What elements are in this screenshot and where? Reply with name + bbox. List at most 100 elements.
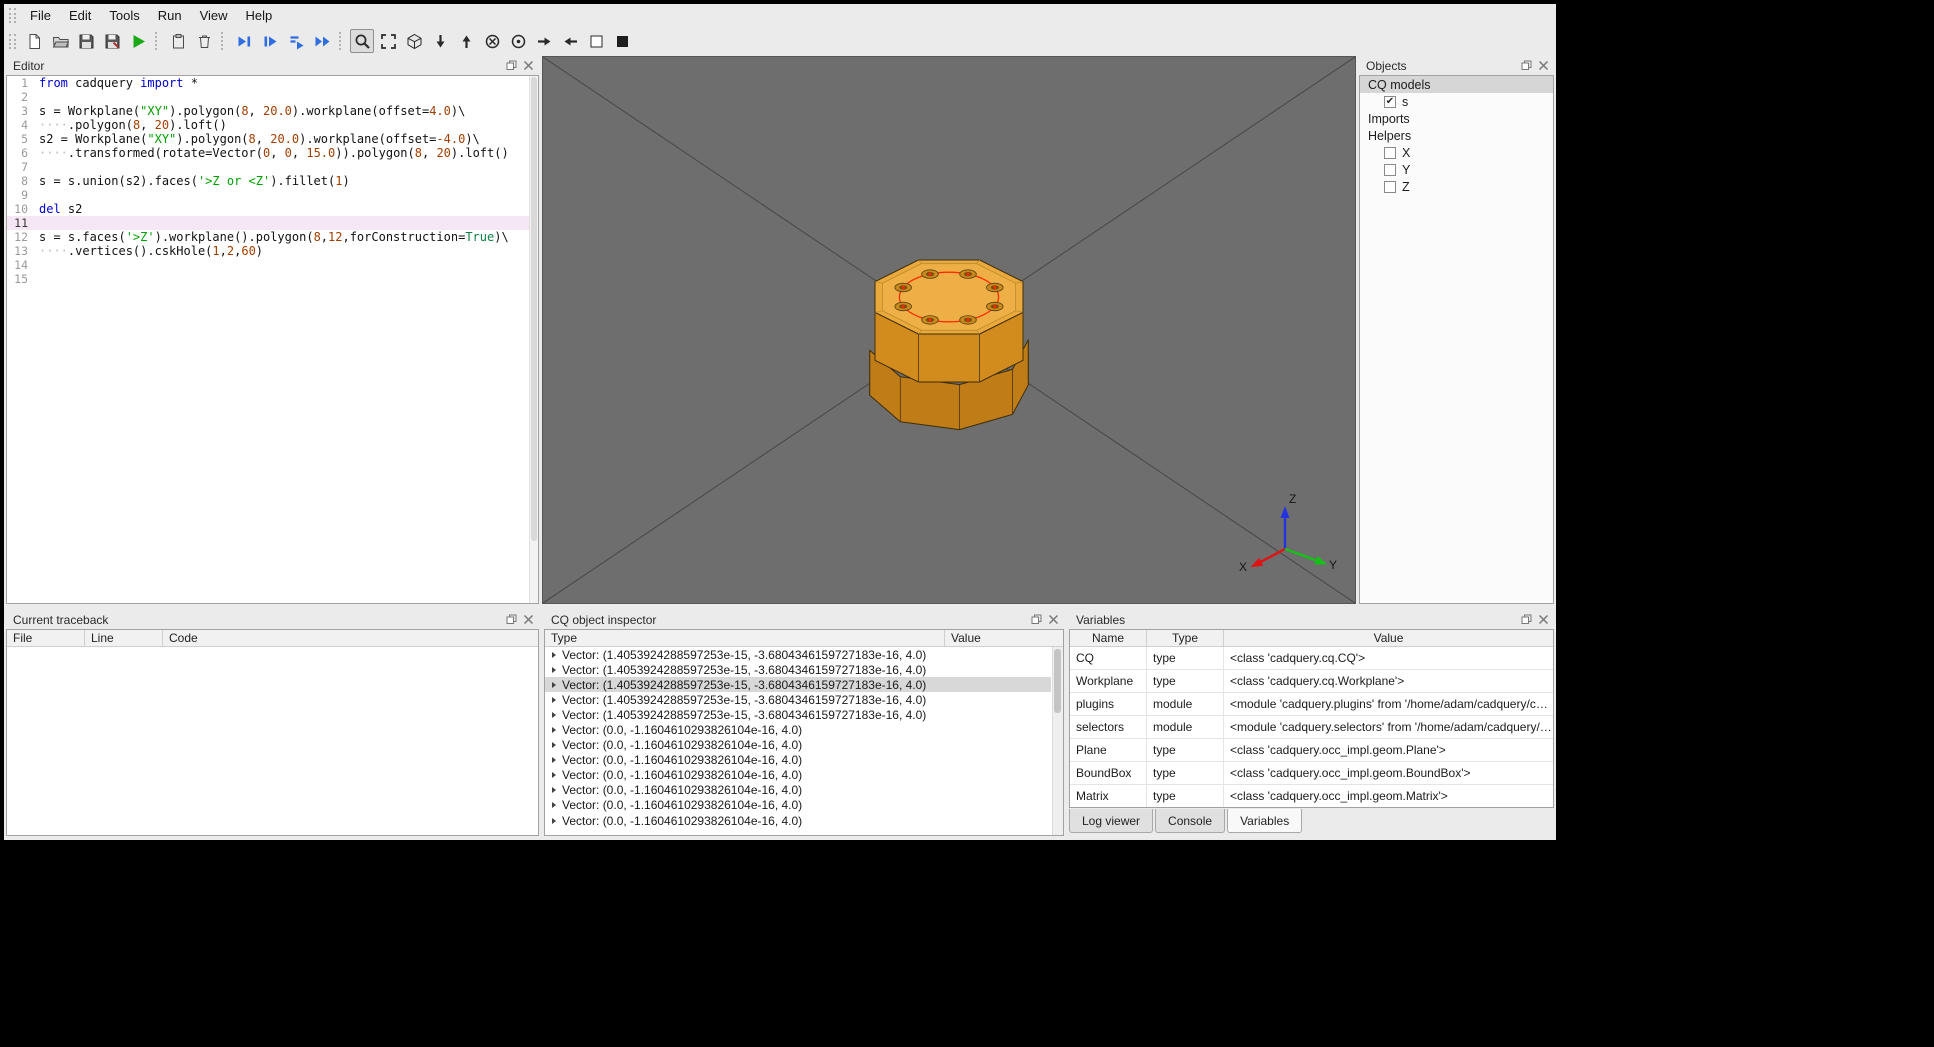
line-number[interactable]: 4 [7, 118, 35, 132]
inspector-row[interactable]: Vector: (0.0, -1.1604610293826104e-16, 4… [545, 768, 1051, 783]
view-down-button[interactable] [428, 29, 452, 53]
code-line[interactable]: 15 [7, 272, 538, 286]
code-line[interactable]: 13 ····.vertices().cskHole(1,2,60) [7, 244, 538, 258]
view-out-button[interactable] [506, 29, 530, 53]
line-number[interactable]: 7 [7, 160, 35, 174]
tree-item-y[interactable]: Y [1360, 161, 1553, 178]
variable-row[interactable]: BoundBox type <class 'cadquery.occ_impl.ge… [1070, 762, 1553, 785]
open-file-button[interactable] [48, 29, 72, 53]
tree-item-helpers[interactable]: Helpers [1360, 127, 1553, 144]
variable-row[interactable]: plugins module <module 'cadquery.plugins' … [1070, 693, 1553, 716]
close-panel-icon[interactable] [521, 59, 535, 73]
expand-arrow-icon[interactable] [552, 681, 556, 688]
debug-step-button[interactable] [258, 29, 282, 53]
editor-code-area[interactable]: 1 from cadquery import * 2 3 s = Workplane("… [6, 75, 539, 604]
close-panel-icon[interactable] [1536, 59, 1550, 73]
code-line[interactable]: 3s = Workplane("XY").polygon(8, 20.0).wo… [7, 104, 538, 118]
viewport-canvas[interactable]: Z X Y [543, 57, 1355, 603]
delete-button[interactable] [192, 29, 216, 53]
inspector-row[interactable]: Vector: (1.4053924288597253e-15, -3.6804… [545, 662, 1051, 677]
variable-row[interactable]: selectors module <module 'cadquery.selecto… [1070, 716, 1553, 739]
viewport-3d[interactable]: Z X Y [542, 56, 1356, 604]
code-line[interactable]: 7 [7, 160, 538, 174]
scrollbar-thumb[interactable] [531, 77, 537, 541]
view-left-button[interactable] [558, 29, 582, 53]
inspector-row[interactable]: Vector: (0.0, -1.1604610293826104e-16, 4… [545, 798, 1051, 813]
save-as-button[interactable] [100, 29, 124, 53]
inspector-row[interactable]: Vector: (1.4053924288597253e-15, -3.6804… [545, 707, 1051, 722]
menu-file[interactable]: File [21, 6, 60, 25]
line-number[interactable]: 13 [7, 244, 35, 258]
checkbox-checked-icon[interactable]: ✔ [1384, 95, 1396, 108]
expand-arrow-icon[interactable] [552, 802, 556, 809]
checkbox-unchecked-icon[interactable] [1384, 180, 1396, 193]
code-line[interactable]: 11 [7, 216, 538, 230]
new-file-button[interactable] [22, 29, 46, 53]
menubar-handle[interactable] [9, 7, 16, 23]
menu-run[interactable]: Run [149, 6, 191, 25]
inspector-row[interactable]: Vector: (1.4053924288597253e-15, -3.6804… [545, 647, 1051, 662]
code-line[interactable]: 14 [7, 258, 538, 272]
inspector-row[interactable]: Vector: (0.0, -1.1604610293826104e-16, 4… [545, 783, 1051, 798]
menu-help[interactable]: Help [237, 6, 282, 25]
line-number[interactable]: 8 [7, 174, 35, 188]
view-into-button[interactable] [480, 29, 504, 53]
inspector-row[interactable]: Vector: (1.4053924288597253e-15, -3.6804… [545, 677, 1051, 693]
expand-arrow-icon[interactable] [552, 757, 556, 764]
debug-step-over-button[interactable] [284, 29, 308, 53]
float-panel-icon[interactable] [504, 613, 518, 627]
tab-log-viewer[interactable]: Log viewer [1069, 809, 1154, 833]
expand-arrow-icon[interactable] [552, 742, 556, 749]
line-number[interactable]: 3 [7, 104, 35, 118]
code-line[interactable]: 9 [7, 188, 538, 202]
code-line[interactable]: 4 ····.polygon(8, 20).loft() [7, 118, 538, 132]
tree-item-s[interactable]: ✔ s [1360, 93, 1553, 110]
line-number[interactable]: 14 [7, 258, 35, 272]
zoom-button[interactable] [350, 29, 374, 53]
code-line[interactable]: 12 s = s.faces('>Z').workplane().polygon(… [7, 230, 538, 244]
menu-view[interactable]: View [191, 6, 237, 25]
float-panel-icon[interactable] [1519, 613, 1533, 627]
tree-item-imports[interactable]: Imports [1360, 110, 1553, 127]
line-number[interactable]: 12 [7, 230, 35, 244]
tree-item-x[interactable]: X [1360, 144, 1553, 161]
debug-run-to-line-button[interactable] [232, 29, 256, 53]
line-number[interactable]: 2 [7, 90, 35, 104]
code-line[interactable]: 8s = s.union(s2).faces('>Z or <Z').fille… [7, 174, 538, 188]
float-panel-icon[interactable] [1029, 613, 1043, 627]
variable-row[interactable]: Workplane type <class 'cadquery.cq.Workpla… [1070, 670, 1553, 693]
checkbox-unchecked-icon[interactable] [1384, 163, 1396, 176]
inspector-row[interactable]: Vector: (0.0, -1.1604610293826104e-16, 4… [545, 722, 1051, 737]
tree-item-z[interactable]: Z [1360, 178, 1553, 195]
code-line[interactable]: 5 s2 = Workplane("XY").polygon(8, 20.0).w… [7, 132, 538, 146]
expand-arrow-icon[interactable] [552, 651, 556, 658]
tab-console[interactable]: Console [1155, 809, 1226, 833]
inspector-row[interactable]: Vector: (0.0, -1.1604610293826104e-16, 4… [545, 738, 1051, 753]
view-right-button[interactable] [532, 29, 556, 53]
run-button[interactable] [126, 29, 150, 53]
wireframe-button[interactable] [584, 29, 608, 53]
close-panel-icon[interactable] [1046, 613, 1060, 627]
variable-row[interactable]: Plane type <class 'cadquery.occ_impl.geom.… [1070, 739, 1553, 762]
expand-arrow-icon[interactable] [552, 727, 556, 734]
line-number[interactable]: 5 [7, 132, 35, 146]
shaded-button[interactable] [610, 29, 634, 53]
expand-arrow-icon[interactable] [552, 711, 556, 718]
menu-tools[interactable]: Tools [100, 6, 148, 25]
float-panel-icon[interactable] [504, 59, 518, 73]
inspector-scrollbar[interactable] [1052, 647, 1063, 835]
tree-item-cq-models[interactable]: CQ models [1360, 76, 1553, 93]
inspector-row[interactable]: Vector: (0.0, -1.1604610293826104e-16, 4… [545, 813, 1051, 828]
view-up-button[interactable] [454, 29, 478, 53]
line-number[interactable]: 6 [7, 146, 35, 160]
close-panel-icon[interactable] [521, 613, 535, 627]
expand-arrow-icon[interactable] [552, 817, 556, 824]
save-button[interactable] [74, 29, 98, 53]
expand-arrow-icon[interactable] [552, 666, 556, 673]
expand-arrow-icon[interactable] [552, 696, 556, 703]
scrollbar-thumb[interactable] [1054, 649, 1061, 713]
editor-scrollbar[interactable] [529, 76, 538, 603]
cad-model[interactable] [869, 259, 1029, 431]
line-number[interactable]: 1 [7, 76, 35, 90]
menu-edit[interactable]: Edit [60, 6, 100, 25]
